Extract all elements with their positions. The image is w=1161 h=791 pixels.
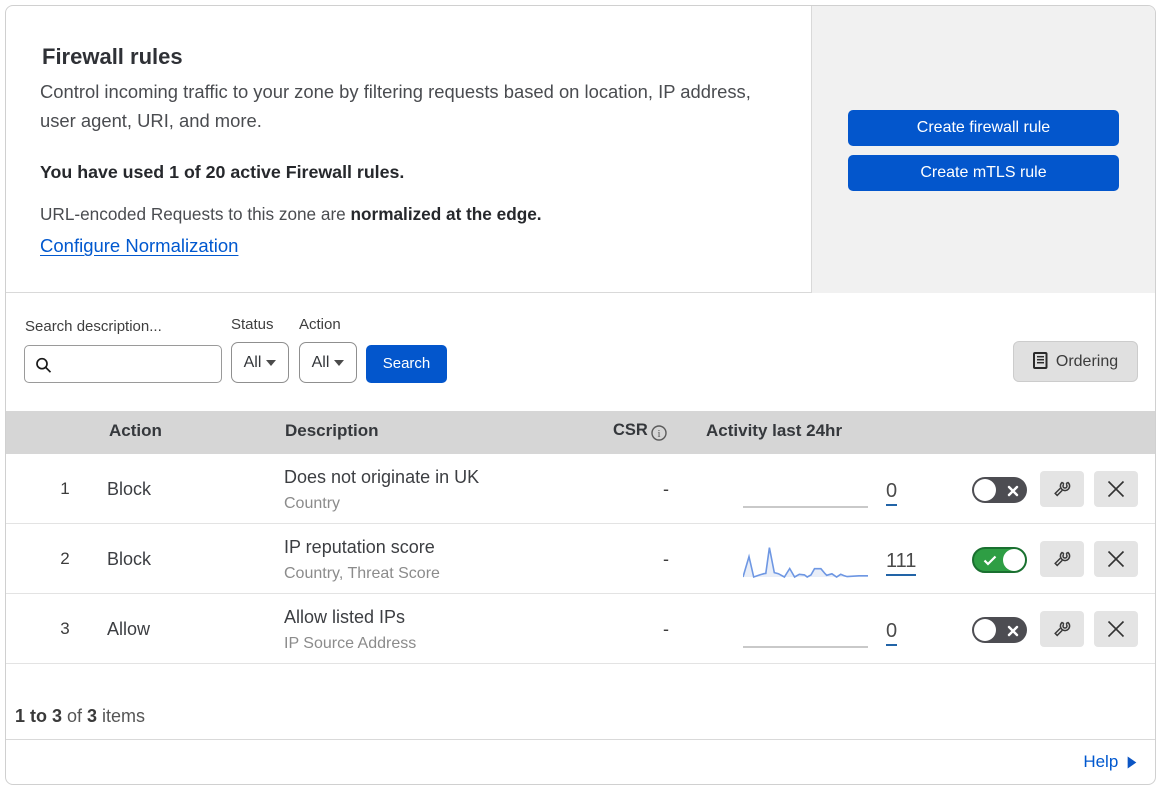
svg-text:i: i (657, 428, 660, 440)
